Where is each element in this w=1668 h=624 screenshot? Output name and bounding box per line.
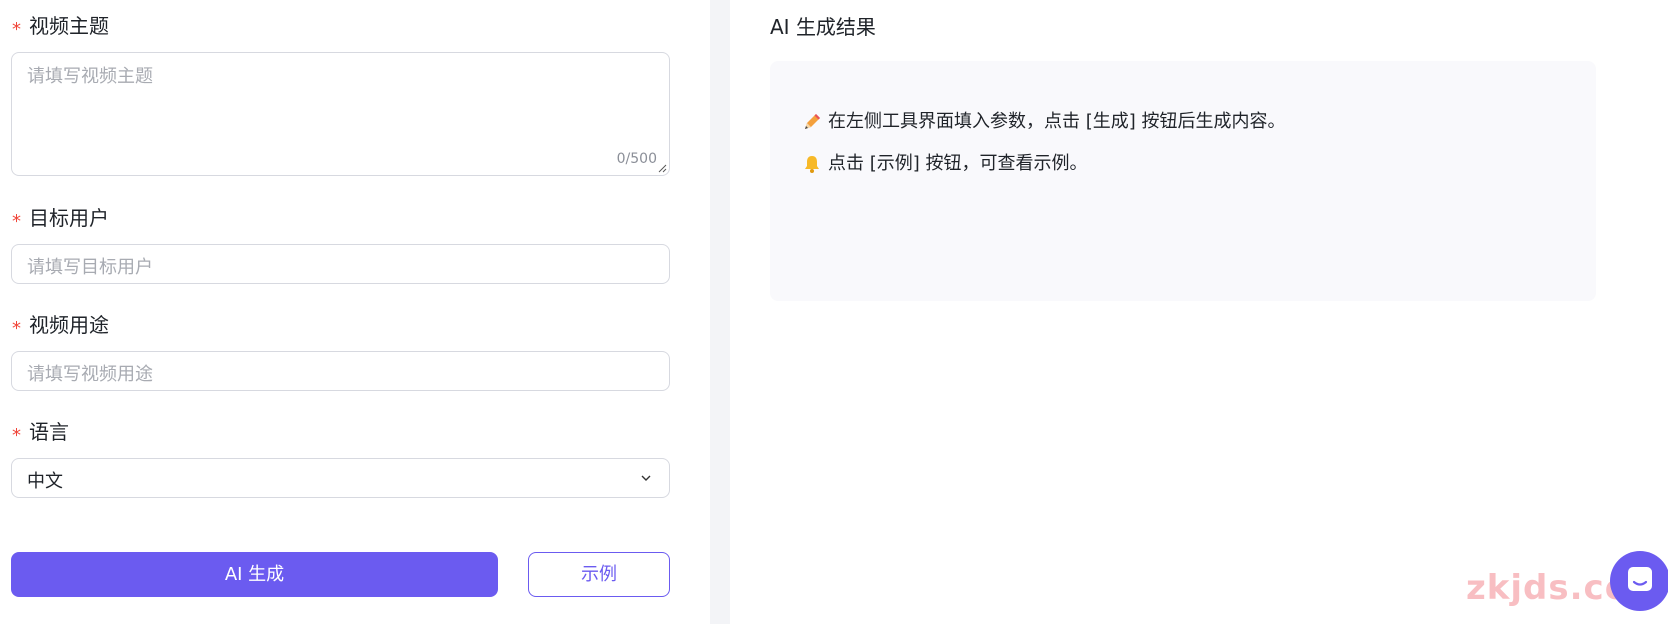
tip-fill-params: 在左侧工具界面填入参数，点击 [生成] 按钮后生成内容。 xyxy=(802,109,1286,135)
required-mark: * xyxy=(12,318,21,339)
purpose-input[interactable]: 请填写视频用途 xyxy=(11,351,670,391)
tool-form-panel: * 视频主题 请填写视频主题 0/500 * 目标用户 请填写目标用户 * 视频用途 … xyxy=(0,0,710,624)
language-label-text: 语言 xyxy=(29,420,69,444)
tip-example-text: 点击 [示例] 按钮，可查看示例。 xyxy=(828,153,1088,174)
topic-label-text: 视频主题 xyxy=(29,14,109,38)
language-selected-value: 中文 xyxy=(27,471,63,492)
language-label: * 语言 xyxy=(12,418,69,448)
language-select[interactable]: 中文 xyxy=(11,458,670,498)
required-mark: * xyxy=(12,19,21,40)
purpose-placeholder: 请填写视频用途 xyxy=(27,364,153,385)
pencil-icon xyxy=(805,114,820,129)
purpose-label-text: 视频用途 xyxy=(29,313,109,337)
chat-support-button[interactable] xyxy=(1610,551,1668,611)
example-button[interactable]: 示例 xyxy=(528,552,670,597)
audience-label: * 目标用户 xyxy=(12,204,109,234)
audience-input[interactable]: 请填写目标用户 xyxy=(11,244,670,284)
required-mark: * xyxy=(12,425,21,446)
ai-generate-button[interactable]: AI 生成 xyxy=(11,552,498,597)
chat-icon xyxy=(1628,567,1652,591)
topic-label: * 视频主题 xyxy=(12,12,109,42)
topic-textarea[interactable]: 请填写视频主题 0/500 xyxy=(11,52,670,176)
required-mark: * xyxy=(12,211,21,232)
result-content-box: 在左侧工具界面填入参数，点击 [生成] 按钮后生成内容。 点击 [示例] 按钮，… xyxy=(770,61,1596,301)
topic-placeholder: 请填写视频主题 xyxy=(27,66,153,87)
bell-icon xyxy=(805,156,819,173)
tip-example: 点击 [示例] 按钮，可查看示例。 xyxy=(802,151,1088,177)
chevron-down-icon xyxy=(641,475,651,481)
purpose-label: * 视频用途 xyxy=(12,311,109,341)
audience-placeholder: 请填写目标用户 xyxy=(27,257,153,278)
topic-char-counter: 0/500 xyxy=(616,151,657,167)
tip-fill-params-text: 在左侧工具界面填入参数，点击 [生成] 按钮后生成内容。 xyxy=(828,111,1286,132)
result-title: AI 生成结果 xyxy=(770,15,876,39)
right-gutter xyxy=(1634,0,1668,624)
resize-handle-icon[interactable] xyxy=(657,163,667,173)
audience-label-text: 目标用户 xyxy=(29,206,109,230)
